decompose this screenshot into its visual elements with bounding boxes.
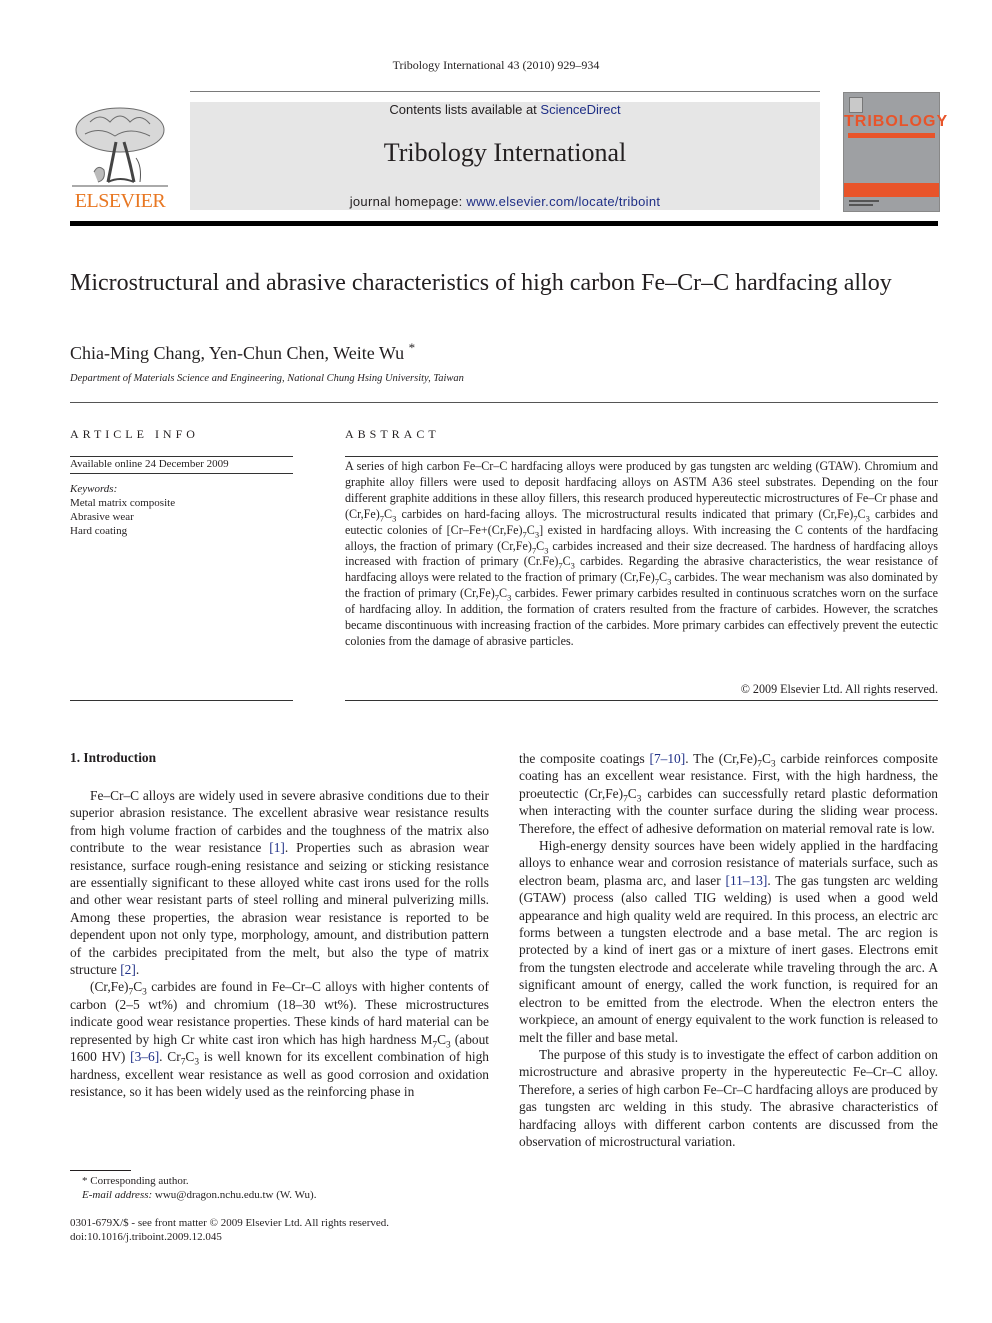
- cover-footer-line: [849, 204, 873, 206]
- keyword-item: Hard coating: [70, 525, 128, 537]
- abstract-text: A series of high carbon Fe–Cr–C hardfaci…: [345, 459, 939, 648]
- homepage-prefix: journal homepage:: [349, 194, 467, 209]
- doi-line[interactable]: doi:10.1016/j.triboint.2009.12.045: [70, 1230, 389, 1244]
- body-column-left: Fe–Cr–C alloys are widely used in severe…: [70, 787, 489, 1100]
- cover-accent-band: [844, 183, 939, 197]
- citation-link[interactable]: [2]: [120, 962, 136, 977]
- corresponding-author-mark[interactable]: *: [409, 340, 416, 355]
- journal-title: Tribology International: [383, 138, 627, 167]
- front-matter: 0301-679X/$ - see front matter © 2009 El…: [70, 1216, 389, 1244]
- contents-line: Contents lists available at ScienceDirec…: [190, 102, 820, 117]
- citation-link[interactable]: [1]: [269, 840, 285, 855]
- body-column-right: the composite coatings [7–10]. The (Cr,F…: [519, 750, 938, 1150]
- header-divider: [190, 91, 820, 92]
- keyword-item: Metal matrix composite: [70, 497, 176, 509]
- paragraph: High-energy density sources have been wi…: [519, 838, 939, 1045]
- elsevier-tree-icon: [72, 107, 168, 187]
- article-info-heading: ARTICLE INFO: [70, 427, 199, 441]
- paragraph: the composite coatings [7–10]. The (Cr,F…: [519, 751, 938, 836]
- keyword-item: Abrasive wear: [70, 511, 134, 523]
- publisher-logo[interactable]: ELSEVIER: [70, 102, 170, 212]
- article-info-divider: [70, 700, 293, 701]
- email-link[interactable]: wwu@dragon.nchu.edu.tw (W. Wu).: [152, 1189, 317, 1201]
- available-online: Available online 24 December 2009: [70, 458, 229, 470]
- cover-title: TRIBOLOGY: [844, 113, 949, 130]
- article-title: Microstructural and abrasive characteris…: [70, 270, 892, 296]
- keywords-label: Keywords:: [70, 483, 118, 495]
- journal-banner: Contents lists available at ScienceDirec…: [190, 102, 820, 210]
- issn-line: 0301-679X/$ - see front matter © 2009 El…: [70, 1217, 390, 1229]
- article-info-divider: [70, 473, 293, 474]
- paragraph: Fe–Cr–C alloys are widely used in severe…: [70, 788, 489, 978]
- contents-prefix: Contents lists available at: [389, 102, 541, 117]
- article-info-divider: [70, 456, 293, 457]
- cover-footer-line: [849, 200, 879, 202]
- affiliation: Department of Materials Science and Engi…: [70, 373, 464, 384]
- cover-subtitle-band: [848, 133, 935, 138]
- citation-link[interactable]: [7–10]: [649, 751, 685, 766]
- footnotes: * Corresponding author. E-mail address: …: [70, 1174, 316, 1202]
- paragraph: (Cr,Fe)7C3 carbides are found in Fe–Cr–C…: [70, 979, 490, 1099]
- authors-names: Chia-Ming Chang, Yen-Chun Chen, Weite Wu: [70, 343, 405, 363]
- paragraph: The purpose of this study is to investig…: [519, 1046, 938, 1149]
- elsevier-wordmark: ELSEVIER: [74, 190, 166, 212]
- abstract-copyright: © 2009 Elsevier Ltd. All rights reserved…: [740, 682, 938, 696]
- sciencedirect-link[interactable]: ScienceDirect: [540, 102, 620, 117]
- header-thick-rule: [70, 221, 938, 226]
- abstract-divider: [345, 456, 938, 457]
- author-list: Chia-Ming Chang, Yen-Chun Chen, Weite Wu…: [70, 340, 415, 364]
- abstract-divider: [345, 700, 938, 701]
- section-heading-introduction: 1. Introduction: [70, 750, 157, 765]
- homepage-link[interactable]: www.elsevier.com/locate/triboint: [466, 194, 660, 209]
- corresponding-author-note: * Corresponding author.: [82, 1175, 189, 1187]
- abstract-heading: ABSTRACT: [345, 427, 440, 441]
- citation-link[interactable]: [11–13]: [725, 873, 767, 888]
- email-note: E-mail address: wwu@dragon.nchu.edu.tw (…: [82, 1189, 317, 1201]
- footnote-divider: [70, 1170, 131, 1171]
- cover-emblem-icon: [849, 97, 863, 113]
- keywords-block: Keywords: Metal matrix composite Abrasiv…: [70, 482, 175, 538]
- running-head: Tribology International 43 (2010) 929–93…: [392, 58, 600, 72]
- homepage-line: journal homepage: www.elsevier.com/locat…: [190, 194, 820, 209]
- citation-link[interactable]: [3–6]: [130, 1049, 159, 1064]
- section-divider: [70, 402, 938, 403]
- journal-cover-thumbnail[interactable]: TRIBOLOGY: [843, 92, 949, 212]
